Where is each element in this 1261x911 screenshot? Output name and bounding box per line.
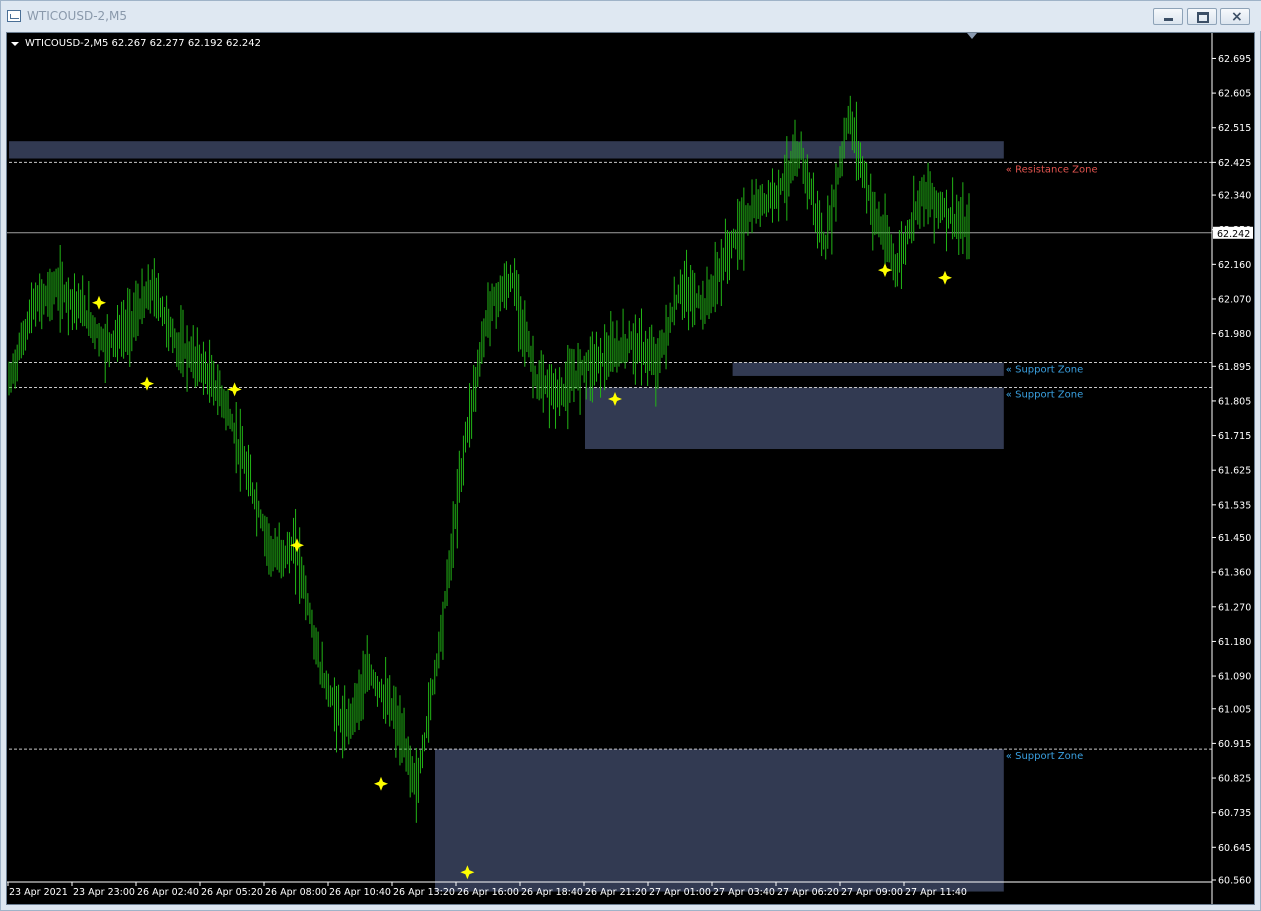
- time-tick-label: 27 Apr 03:40: [713, 887, 775, 898]
- time-tick-label: 26 Apr 18:40: [521, 887, 583, 898]
- time-tick-label: 23 Apr 23:00: [73, 887, 135, 898]
- time-tick-label: 26 Apr 21:20: [585, 887, 647, 898]
- support-zone-label: « Support Zone: [1006, 364, 1083, 375]
- time-tick-label: 26 Apr 05:20: [201, 887, 263, 898]
- chart-window: WTICOUSD-2,M5 × « Resistance Zone « Suppo…: [0, 0, 1261, 911]
- title-bar[interactable]: WTICOUSD-2,M5 ×: [1, 1, 1261, 31]
- current-price-label: 62.242: [1217, 229, 1250, 240]
- price-tick-label: 61.450: [1218, 533, 1251, 544]
- price-tick-label: 61.805: [1218, 396, 1251, 407]
- time-tick-label: 26 Apr 02:40: [137, 887, 199, 898]
- price-tick-label: 60.735: [1218, 808, 1251, 819]
- price-tick-label: 61.535: [1218, 500, 1251, 511]
- price-tick-label: 61.980: [1218, 329, 1251, 340]
- restore-button[interactable]: [1187, 8, 1217, 25]
- price-tick-label: 62.070: [1218, 294, 1251, 305]
- price-tick-label: 62.340: [1218, 191, 1251, 202]
- window-title: WTICOUSD-2,M5: [27, 9, 127, 23]
- chart-shift-marker-icon[interactable]: [967, 33, 977, 39]
- price-tick-label: 60.915: [1218, 739, 1251, 750]
- price-tick-label: 61.360: [1218, 568, 1251, 579]
- time-tick-label: 26 Apr 10:40: [329, 887, 391, 898]
- support-zone-label: « Support Zone: [1006, 751, 1083, 762]
- price-tick-label: 62.160: [1218, 260, 1251, 271]
- close-button[interactable]: ×: [1220, 8, 1250, 25]
- support-zone-box: [585, 387, 1004, 450]
- resistance-zone-label: « Resistance Zone: [1006, 164, 1098, 175]
- support-zone-label: « Support Zone: [1006, 389, 1083, 400]
- support-zone-box: [435, 749, 1004, 892]
- chart-header-quote: WTICOUSD-2,M5 62.267 62.277 62.192 62.24…: [25, 38, 261, 49]
- price-tick-label: 62.425: [1218, 158, 1251, 169]
- time-tick-label: 26 Apr 13:20: [393, 887, 455, 898]
- time-tick-label: 26 Apr 08:00: [265, 887, 327, 898]
- minimize-button[interactable]: [1153, 8, 1183, 25]
- time-tick-label: 27 Apr 09:00: [841, 887, 903, 898]
- price-chart[interactable]: « Resistance Zone « Support Zone « Support…: [7, 33, 1255, 905]
- time-tick-label: 26 Apr 16:00: [457, 887, 519, 898]
- time-tick-label: 27 Apr 01:00: [649, 887, 711, 898]
- price-tick-label: 62.605: [1218, 89, 1251, 100]
- time-tick-label: 27 Apr 06:20: [777, 887, 839, 898]
- price-tick-label: 62.515: [1218, 123, 1251, 134]
- price-tick-label: 60.560: [1218, 876, 1251, 887]
- price-tick-label: 61.090: [1218, 672, 1251, 683]
- time-tick-label: 23 Apr 2021: [9, 887, 68, 898]
- chart-window-icon: [7, 10, 21, 22]
- price-tick-label: 60.825: [1218, 774, 1251, 785]
- price-tick-label: 61.715: [1218, 431, 1251, 442]
- price-tick-label: 60.645: [1218, 843, 1251, 854]
- price-tick-label: 61.625: [1218, 466, 1251, 477]
- price-tick-label: 61.895: [1218, 362, 1251, 373]
- time-tick-label: 27 Apr 11:40: [905, 887, 967, 898]
- price-tick-label: 62.695: [1218, 54, 1251, 65]
- price-tick-label: 61.005: [1218, 704, 1251, 715]
- support-zone-box: [732, 362, 1004, 376]
- price-tick-label: 61.270: [1218, 602, 1251, 613]
- price-tick-label: 61.180: [1218, 637, 1251, 648]
- close-icon: ×: [1231, 9, 1243, 25]
- chart-area[interactable]: « Resistance Zone « Support Zone « Support…: [6, 32, 1255, 905]
